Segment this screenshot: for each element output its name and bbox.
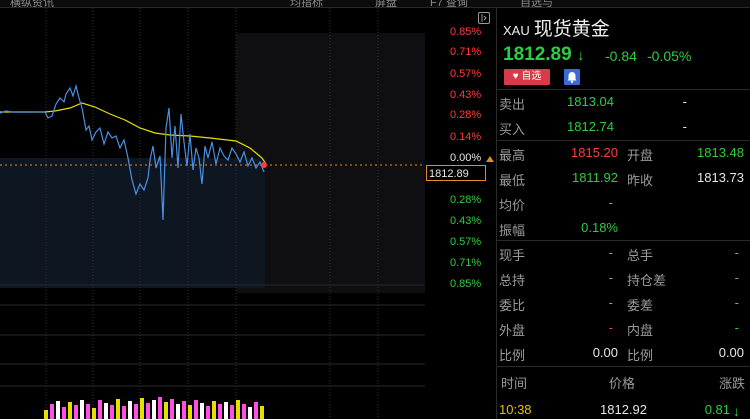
bell-icon xyxy=(567,72,577,83)
chart-canvas xyxy=(0,8,425,419)
collapse-panel-icon[interactable] xyxy=(478,12,490,24)
down-arrow-icon: ↓ xyxy=(733,403,740,419)
alert-button[interactable] xyxy=(564,69,580,85)
trade-header-change: 涨跌 xyxy=(719,376,746,391)
bid-price: 1812.74 xyxy=(567,119,614,134)
axis-tick-down: 0.28% xyxy=(450,194,482,206)
instrument-code: XAU xyxy=(503,23,530,38)
bid-label: 买入 xyxy=(499,122,526,137)
outer-label: 外盘 xyxy=(499,323,526,338)
price-marker-icon xyxy=(486,156,494,162)
ask-label: 卖出 xyxy=(499,97,526,112)
instrument-name: 现货黄金 xyxy=(533,19,610,40)
trade-price: 1812.92 xyxy=(600,402,647,417)
axis-tick-up: 0.43% xyxy=(450,89,482,101)
price-area-fill xyxy=(0,158,265,288)
avg-value: - xyxy=(608,195,613,210)
axis-tick-up: 0.14% xyxy=(450,131,482,143)
wei-bi-label: 委比 xyxy=(499,298,526,313)
wei-cha-value: - xyxy=(734,295,739,310)
total-hold-label: 总持 xyxy=(499,273,526,288)
right-axis: 0.85% 0.71% 0.57% 0.43% 0.28% 0.14% 0.00… xyxy=(428,8,494,308)
open-label: 开盘 xyxy=(627,148,654,163)
ask-qty: - xyxy=(682,94,687,109)
trade-header-time: 时间 xyxy=(501,376,528,391)
quote-panel: XAU 现货黄金 1812.89 ↓ -0.84 -0.05% ♥ 自选 卖出 1… xyxy=(496,8,750,419)
axis-tick-up: 0.28% xyxy=(450,109,482,121)
last-price-value: 1812.89 xyxy=(503,44,572,65)
axis-tick-up: 0.57% xyxy=(450,68,482,80)
cur-hand-value: - xyxy=(608,245,613,260)
hold-diff-label: 持仓差 xyxy=(627,273,667,288)
axis-tick-down: 0.85% xyxy=(450,278,482,290)
axis-tick-down: 0.71% xyxy=(450,257,482,269)
axis-tick-up: 0.85% xyxy=(450,26,482,38)
prev-close-label: 昨收 xyxy=(627,173,654,188)
down-arrow-icon: ↓ xyxy=(576,47,585,64)
high-value: 1815.20 xyxy=(571,145,618,160)
toolbar-item[interactable]: 屏盘 xyxy=(375,0,397,7)
favorite-label: 自选 xyxy=(521,71,542,82)
instrument-title: XAU 现货黄金 xyxy=(503,14,610,41)
ratio-value: 0.00 xyxy=(718,345,744,360)
inner-value: - xyxy=(734,320,739,335)
toolbar-item[interactable]: 均指标 xyxy=(290,0,323,7)
volume-bars xyxy=(44,397,264,419)
axis-tick-up: 0.71% xyxy=(450,46,482,58)
toolbar-item[interactable]: 自选与 xyxy=(520,0,553,7)
add-favorite-button[interactable]: ♥ 自选 xyxy=(504,69,550,85)
prev-close-value: 1813.73 xyxy=(697,170,744,185)
ask-price: 1813.04 xyxy=(567,94,614,109)
price-change: -0.84 xyxy=(605,48,637,64)
total-hand-label: 总手 xyxy=(627,248,654,263)
intraday-chart[interactable] xyxy=(0,8,425,419)
current-price-tag: 1812.89 xyxy=(426,165,486,181)
wei-cha-label: 委差 xyxy=(627,298,654,313)
total-hand-value: - xyxy=(734,245,739,260)
outer-value: - xyxy=(608,320,613,335)
trade-time: 10:38 xyxy=(499,402,532,417)
ratio-label: 比例 xyxy=(627,348,654,363)
total-hold-value: - xyxy=(608,270,613,285)
last-price: 1812.89 ↓ xyxy=(503,44,584,66)
top-toolbar: 横纵资讯 均指标 屏盘 F7 查询 自选与 xyxy=(0,0,750,8)
avg-label: 均价 xyxy=(499,198,526,213)
amplitude-value: 0.18% xyxy=(581,220,618,235)
bid-qty: - xyxy=(682,119,687,134)
toolbar-item[interactable]: 横纵资讯 xyxy=(10,0,54,7)
current-price-dot xyxy=(261,162,267,168)
hold-diff-value: - xyxy=(734,270,739,285)
low-label: 最低 xyxy=(499,173,526,188)
inner-label: 内盘 xyxy=(627,323,654,338)
axis-tick-down: 0.43% xyxy=(450,215,482,227)
wei-bi-value: - xyxy=(608,295,613,310)
axis-tick-down: 0.57% xyxy=(450,236,482,248)
open-value: 1813.48 xyxy=(697,145,744,160)
low-value: 1811.92 xyxy=(571,170,618,185)
price-change-pct: -0.05% xyxy=(647,48,692,64)
heart-icon: ♥ xyxy=(512,71,519,82)
amplitude-label: 振幅 xyxy=(499,223,526,238)
high-label: 最高 xyxy=(499,148,526,163)
ratio-label: 比例 xyxy=(499,348,526,363)
ratio-value: 0.00 xyxy=(592,345,618,360)
trade-header-price: 价格 xyxy=(609,376,636,391)
cur-hand-label: 现手 xyxy=(499,248,526,263)
trade-change: 0.81 xyxy=(704,402,730,417)
toolbar-item[interactable]: F7 查询 xyxy=(430,0,468,7)
